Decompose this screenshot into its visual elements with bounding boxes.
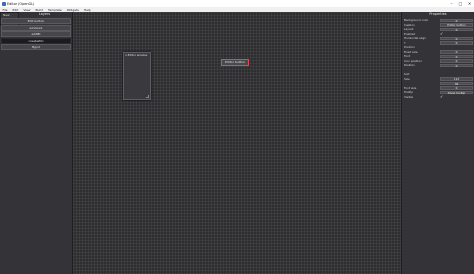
- editor-window-widget[interactable]: x Editor window: [123, 52, 151, 100]
- properties-panel: Properties Background color 0 Caption Ed…: [401, 12, 474, 274]
- prop-field[interactable]: 112: [440, 77, 473, 81]
- layer-item[interactable]: Bgnd: [1, 44, 71, 51]
- prop-label: Visible: [404, 94, 414, 99]
- layers-list: Edit button window1 editBt createWin Bgn…: [1, 18, 71, 51]
- menu-build[interactable]: Build: [33, 8, 46, 12]
- menu-template[interactable]: Template: [46, 8, 65, 12]
- minimize-button[interactable]: –: [447, 0, 456, 7]
- menu-widgets[interactable]: Widgets: [64, 8, 81, 12]
- layers-title: Layers: [38, 12, 51, 16]
- layers-panel: New Open Save Layers Edit button window1…: [0, 12, 73, 274]
- editor-window-title: Editor window: [127, 53, 148, 57]
- prop-field[interactable]: 0: [440, 86, 473, 90]
- prop-field[interactable]: 36: [440, 81, 473, 85]
- properties-list: Background color 0 Caption Editor button…: [403, 18, 474, 99]
- prop-field[interactable]: 0: [440, 36, 473, 40]
- title-bar: Editor (OpenGL) – □ ✕: [0, 0, 474, 7]
- menu-help[interactable]: Help: [81, 8, 93, 12]
- close-icon[interactable]: x: [125, 53, 127, 57]
- prop-field[interactable]: Editor button: [440, 23, 473, 27]
- layer-item[interactable]: window1: [1, 24, 71, 31]
- prop-field[interactable]: 0: [440, 27, 473, 31]
- layer-item-selected[interactable]: createWin: [1, 37, 71, 44]
- design-canvas[interactable]: x Editor window Editor button: [73, 12, 401, 274]
- properties-title: Properties: [429, 12, 447, 16]
- maximize-button[interactable]: □: [456, 0, 465, 7]
- prop-field[interactable]: 0: [440, 54, 473, 58]
- prop-field[interactable]: 0: [440, 59, 473, 63]
- menu-view[interactable]: View: [21, 8, 33, 12]
- window-controls: – □ ✕: [447, 0, 474, 7]
- menu-edit[interactable]: Edit: [10, 8, 21, 12]
- app-icon: [2, 1, 6, 6]
- prop-field[interactable]: Show tooltip: [440, 90, 473, 94]
- layer-item[interactable]: editBt: [1, 31, 71, 38]
- menu-file[interactable]: File: [0, 8, 10, 12]
- prop-field[interactable]: 0: [440, 18, 473, 22]
- window-title: Editor (OpenGL): [7, 1, 35, 6]
- editor-window-titlebar[interactable]: x Editor window: [124, 53, 150, 57]
- prop-row: Visible ✓: [403, 94, 474, 100]
- prop-field[interactable]: 0: [440, 41, 473, 45]
- prop-field[interactable]: 0: [440, 63, 473, 67]
- checkbox-check-icon[interactable]: ✓: [440, 94, 445, 100]
- editor-button-widget[interactable]: Editor button: [221, 59, 249, 66]
- layer-item[interactable]: Edit button: [1, 18, 71, 24]
- resize-handle[interactable]: [146, 95, 149, 98]
- prop-field[interactable]: 0: [440, 50, 473, 54]
- close-button[interactable]: ✕: [465, 0, 474, 7]
